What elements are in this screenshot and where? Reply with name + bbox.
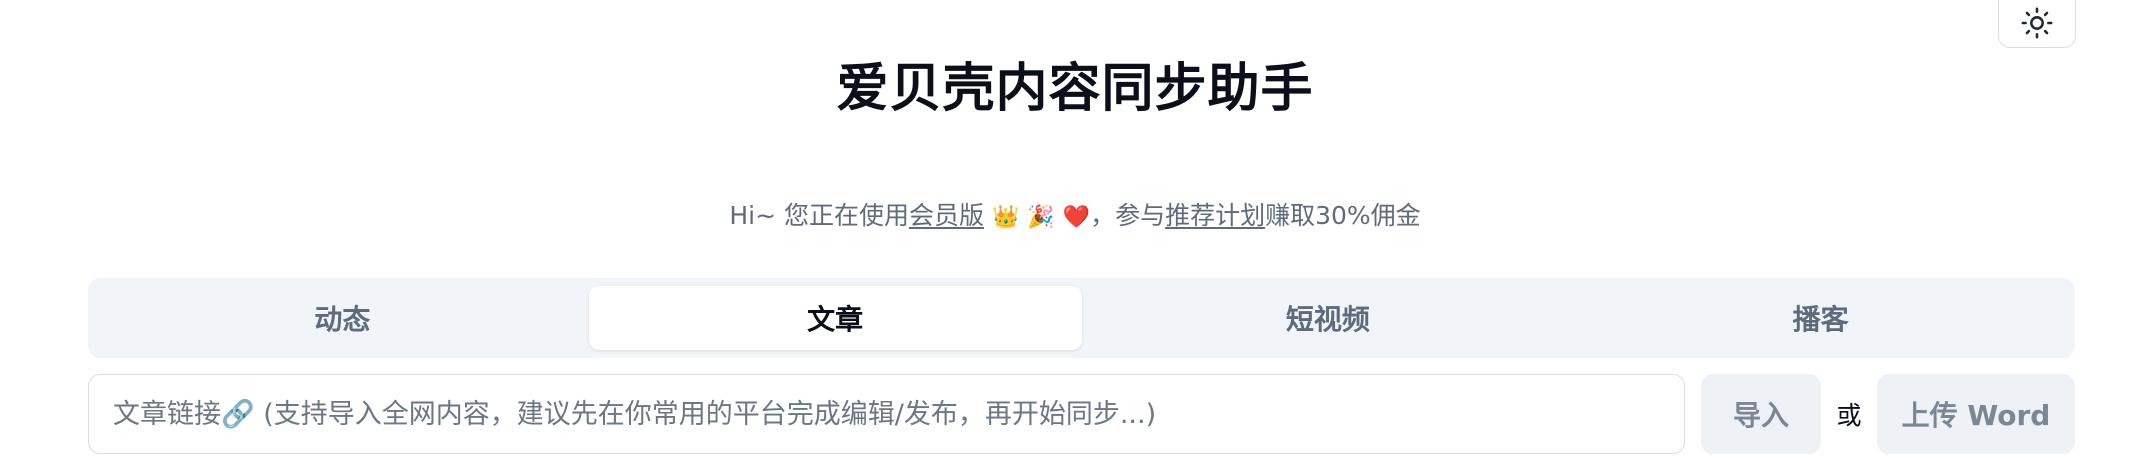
tab-podcast[interactable]: 播客 <box>1574 286 2067 350</box>
notice-middle: ，参与 <box>1090 201 1166 230</box>
notice-prefix: Hi~ 您正在使用 <box>729 201 909 230</box>
tab-moments[interactable]: 动态 <box>96 286 589 350</box>
sun-icon <box>2020 0 2054 40</box>
article-url-input[interactable] <box>88 374 1685 454</box>
page-title: 爱贝壳内容同步助手 <box>836 59 1314 119</box>
membership-notice: Hi~ 您正在使用会员版 👑 🎉 ❤️，参与推荐计划赚取30%佣金 <box>0 196 2150 232</box>
tab-article[interactable]: 文章 <box>588 286 1082 350</box>
theme-toggle-button[interactable] <box>1998 0 2076 48</box>
import-row: 导入 或 上传 Word <box>88 374 2075 454</box>
import-button[interactable]: 导入 <box>1701 374 1821 454</box>
party-popper-icon: 🎉 <box>1027 205 1055 230</box>
upload-word-button[interactable]: 上传 Word <box>1877 374 2075 454</box>
app-page: 爱贝壳内容同步助手 Hi~ 您正在使用会员版 👑 🎉 ❤️，参与推荐计划赚取30… <box>0 0 2150 476</box>
tab-short-video[interactable]: 短视频 <box>1082 286 1575 350</box>
heart-icon: ❤️ <box>1062 205 1091 230</box>
or-separator: 或 <box>1836 401 1862 430</box>
notice-suffix: 赚取30%佣金 <box>1265 201 1421 230</box>
member-edition-link[interactable]: 会员版 <box>909 201 984 230</box>
crown-icon: 👑 <box>991 205 1020 230</box>
content-type-tabs: 动态 文章 短视频 播客 <box>88 278 2075 358</box>
referral-program-link[interactable]: 推荐计划 <box>1165 201 1265 230</box>
